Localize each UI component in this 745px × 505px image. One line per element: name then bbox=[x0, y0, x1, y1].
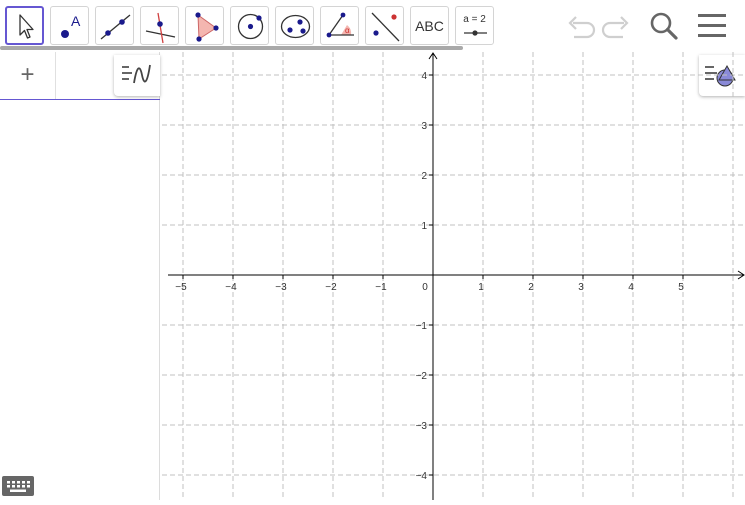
redo-icon bbox=[601, 16, 629, 39]
reflect-tool-button[interactable] bbox=[365, 6, 404, 45]
line-tool-button[interactable] bbox=[95, 6, 134, 45]
point-tool-button[interactable]: A bbox=[50, 6, 89, 45]
x-tick-label: 3 bbox=[578, 282, 584, 293]
ellipse-icon bbox=[280, 14, 311, 39]
undo-icon bbox=[568, 16, 596, 39]
polygon-tool-button[interactable] bbox=[185, 6, 224, 45]
keyboard-icon bbox=[7, 481, 30, 492]
algebra-style-bar-button[interactable] bbox=[114, 55, 160, 96]
angle-icon: α bbox=[326, 12, 354, 38]
search-icon bbox=[650, 12, 678, 40]
y-tick-label: 3 bbox=[421, 121, 427, 132]
y-tick-label: 4 bbox=[421, 71, 427, 82]
y-tick-label: −1 bbox=[416, 321, 428, 332]
svg-text:A: A bbox=[71, 13, 81, 29]
angle-tool-button[interactable]: α bbox=[320, 6, 359, 45]
arrow-cursor-icon bbox=[19, 14, 34, 39]
text-tool-button[interactable]: ABC bbox=[410, 6, 449, 45]
line-through-points-icon bbox=[100, 14, 131, 40]
graphics-view[interactable]: −5 −4 −3 −2 −1 0 1 2 3 4 5 4 3 2 1 −1 −2 −3 −4 bbox=[162, 52, 745, 500]
circle-with-center-icon bbox=[237, 13, 264, 40]
circle-tool-button[interactable] bbox=[230, 6, 269, 45]
virtual-keyboard-button[interactable] bbox=[2, 476, 34, 496]
add-input-button[interactable]: + bbox=[0, 52, 56, 99]
x-tick-label: 1 bbox=[478, 282, 484, 293]
slider-icon bbox=[464, 30, 487, 36]
toolbar: A α ABC a = 2 bbox=[0, 0, 745, 52]
x-tick-label: −4 bbox=[225, 282, 237, 293]
y-tick-label: 1 bbox=[421, 221, 427, 232]
x-tick-label: −2 bbox=[325, 282, 337, 293]
conic-tool-button[interactable] bbox=[275, 6, 314, 45]
algebra-style-bar-icon bbox=[122, 64, 151, 84]
main-menu-button[interactable] bbox=[692, 6, 732, 45]
y-tick-label: −3 bbox=[416, 421, 428, 432]
y-tick-label: −4 bbox=[416, 471, 428, 482]
toolbar-scrollbar[interactable] bbox=[0, 46, 463, 50]
text-tool-label: ABC bbox=[415, 18, 444, 34]
perpendicular-line-icon bbox=[145, 12, 176, 44]
x-tick-label: 2 bbox=[528, 282, 534, 293]
move-tool-button[interactable] bbox=[5, 6, 44, 45]
search-button[interactable] bbox=[644, 6, 684, 45]
coordinate-plane[interactable]: −5 −4 −3 −2 −1 0 1 2 3 4 5 4 3 2 1 −1 −2 −3 −4 bbox=[162, 52, 745, 500]
x-tick-label: −1 bbox=[375, 282, 387, 293]
point-icon: A bbox=[61, 13, 81, 38]
algebra-view: + bbox=[0, 52, 160, 500]
x-tick-label: 4 bbox=[628, 282, 634, 293]
y-tick-label: 2 bbox=[421, 171, 427, 182]
polygon-icon bbox=[195, 12, 219, 42]
redo-button[interactable] bbox=[600, 6, 634, 45]
reflect-about-line-icon bbox=[371, 12, 400, 42]
x-tick-label: 5 bbox=[678, 282, 684, 293]
svg-text:α: α bbox=[345, 26, 350, 35]
y-tick-label: −2 bbox=[416, 371, 428, 382]
slider-tool-button[interactable]: a = 2 bbox=[455, 6, 494, 45]
x-tick-label: −3 bbox=[275, 282, 287, 293]
undo-button[interactable] bbox=[563, 6, 597, 45]
hamburger-menu-icon bbox=[698, 14, 726, 37]
x-tick-label: 0 bbox=[422, 282, 428, 293]
perpendicular-line-tool-button[interactable] bbox=[140, 6, 179, 45]
algebra-input[interactable] bbox=[58, 56, 114, 96]
x-tick-label: −5 bbox=[175, 282, 187, 293]
